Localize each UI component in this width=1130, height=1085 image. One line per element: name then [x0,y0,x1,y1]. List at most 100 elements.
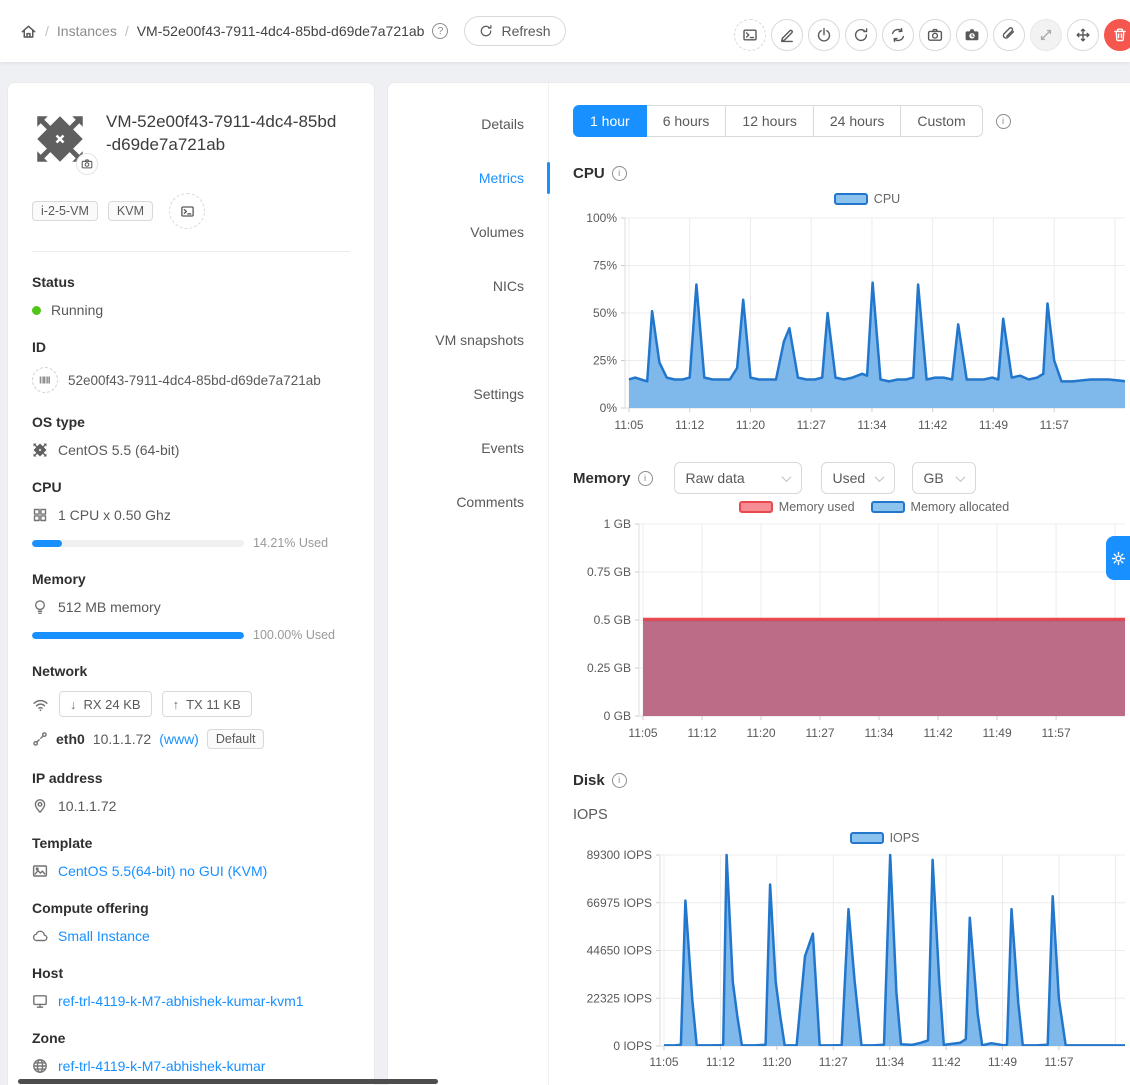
host-section: Host ref-trl-4119-k-M7-abhishek-kumar-kv… [32,965,350,1009]
breadcrumb-separator: / [45,23,49,39]
compute-offering-link[interactable]: Small Instance [58,928,150,944]
hypervisor-tag: KVM [108,201,153,221]
svg-text:11:27: 11:27 [805,726,834,740]
memory-view-select[interactable]: Raw data [674,462,802,494]
attach-iso-button[interactable] [993,19,1025,51]
disk-info-icon[interactable]: i [612,773,627,788]
range-custom-button[interactable]: Custom [901,105,982,137]
header-bar: / Instances / VM-52e00f43-7911-4dc4-85bd… [0,0,1130,62]
tab-details[interactable]: Details [388,97,548,151]
home-icon[interactable] [20,23,37,40]
breadcrumb-instances-link[interactable]: Instances [57,23,117,39]
stop-instance-button[interactable] [808,19,840,51]
legend-swatch-memory-used[interactable] [739,501,773,513]
nic-network-link[interactable]: (www) [159,731,199,747]
trash-icon [1112,27,1128,43]
edit-button[interactable] [771,19,803,51]
svg-text:11:34: 11:34 [864,726,893,740]
id-label: ID [32,339,350,355]
tab-nics[interactable]: NICs [388,259,548,313]
status-label: Status [32,274,350,290]
svg-text:25%: 25% [593,354,617,368]
svg-text:0.5 GB: 0.5 GB [594,613,631,627]
barcode-icon [32,367,58,393]
iops-chart: 89300 IOPS66975 IOPS44650 IOPS22325 IOPS… [573,847,1129,1077]
host-link[interactable]: ref-trl-4119-k-M7-abhishek-kumar-kvm1 [58,993,304,1009]
horizontal-scrollbar-thumb[interactable] [18,1079,438,1084]
os-type-section: OS type CentOS 5.5 (64-bit) [32,414,350,458]
tab-metrics[interactable]: Metrics [388,151,548,205]
svg-text:11:42: 11:42 [932,1055,961,1069]
svg-text:11:42: 11:42 [923,726,952,740]
range-info-icon[interactable]: i [996,114,1011,129]
camera-icon [81,158,93,170]
svg-text:11:49: 11:49 [988,1055,1017,1069]
reinstall-instance-button[interactable] [882,19,914,51]
template-image-icon [32,863,48,879]
memory-metric-select[interactable]: Used [821,462,895,494]
memory-usage-progressbar [32,632,244,639]
id-value: 52e00f43-7911-4dc4-85bd-d69de7a721ab [68,373,321,388]
zone-label: Zone [32,1030,350,1046]
detail-tabs-nav: Details Metrics Volumes NICs VM snapshot… [388,83,549,1085]
svg-text:11:49: 11:49 [983,726,1012,740]
svg-text:50%: 50% [593,306,617,320]
template-section: Template CentOS 5.5(64-bit) no GUI (KVM) [32,835,350,879]
memory-info-icon[interactable]: i [638,471,653,486]
migrate-vm-button[interactable] [1067,19,1099,51]
tx-stat-chip: ↑TX 11 KB [162,691,252,717]
cloud-icon [32,928,48,944]
svg-text:11:12: 11:12 [706,1055,735,1069]
svg-text:11:05: 11:05 [614,418,643,432]
refresh-button[interactable]: Refresh [464,16,565,46]
cpu-info-icon[interactable]: i [612,166,627,181]
zone-link[interactable]: ref-trl-4119-k-M7-abhishek-kumar [58,1058,265,1074]
legend-label[interactable]: CPU [874,192,900,206]
template-link[interactable]: CentOS 5.5(64-bit) no GUI (KVM) [58,863,267,879]
chevron-down-icon [955,472,965,482]
svg-text:11:05: 11:05 [649,1055,678,1069]
breadcrumb-current-vm: VM-52e00f43-7911-4dc4-85bd-d69de7a721ab [137,23,425,39]
tab-comments[interactable]: Comments [388,475,548,529]
tab-settings[interactable]: Settings [388,367,548,421]
svg-text:11:42: 11:42 [918,418,947,432]
tab-volumes[interactable]: Volumes [388,205,548,259]
take-snapshot-button[interactable] [919,19,951,51]
vm-action-toolbar [734,19,1130,51]
gear-icon [1111,551,1126,566]
edit-pencil-icon [779,27,795,43]
template-label: Template [32,835,350,851]
move-arrows-icon [1075,27,1091,43]
help-question-icon[interactable]: ? [432,23,448,39]
tab-events[interactable]: Events [388,421,548,475]
instance-summary-panel: VM-52e00f43-7911-4dc4-85bd-d69de7a721ab … [7,82,375,1085]
range-1-hour-button[interactable]: 1 hour [573,105,647,137]
scale-arrows-icon [1038,27,1054,43]
svg-text:66975 IOPS: 66975 IOPS [587,896,652,910]
legend-swatch-cpu[interactable] [834,193,868,205]
destroy-instance-button[interactable] [1104,19,1130,51]
vm-snapshot-button[interactable] [956,19,988,51]
iops-chart-legend: IOPS [660,831,1125,845]
range-24-hours-button[interactable]: 24 hours [814,105,901,137]
scale-vm-button[interactable] [1030,19,1062,51]
range-12-hours-button[interactable]: 12 hours [726,105,813,137]
centos-os-icon [32,442,48,458]
legend-label[interactable]: Memory used [779,500,855,514]
legend-label[interactable]: IOPS [890,831,920,845]
os-type-value: CentOS 5.5 (64-bit) [58,442,179,458]
console-button[interactable] [734,19,766,51]
memory-unit-select[interactable]: GB [912,462,976,494]
ip-section: IP address 10.1.1.72 [32,770,350,814]
legend-swatch-iops[interactable] [850,832,884,844]
theme-settings-button[interactable] [1106,536,1130,580]
range-6-hours-button[interactable]: 6 hours [647,105,727,137]
reboot-instance-button[interactable] [845,19,877,51]
legend-label[interactable]: Memory allocated [911,500,1010,514]
change-icon-camera-badge[interactable] [76,153,98,175]
tab-vm-snapshots[interactable]: VM snapshots [388,313,548,367]
legend-swatch-memory-allocated[interactable] [871,501,905,513]
svg-text:0 GB: 0 GB [604,709,631,723]
metrics-tab-content: 1 hour 6 hours 12 hours 24 hours Custom … [549,83,1130,1085]
open-console-button[interactable] [169,193,205,229]
